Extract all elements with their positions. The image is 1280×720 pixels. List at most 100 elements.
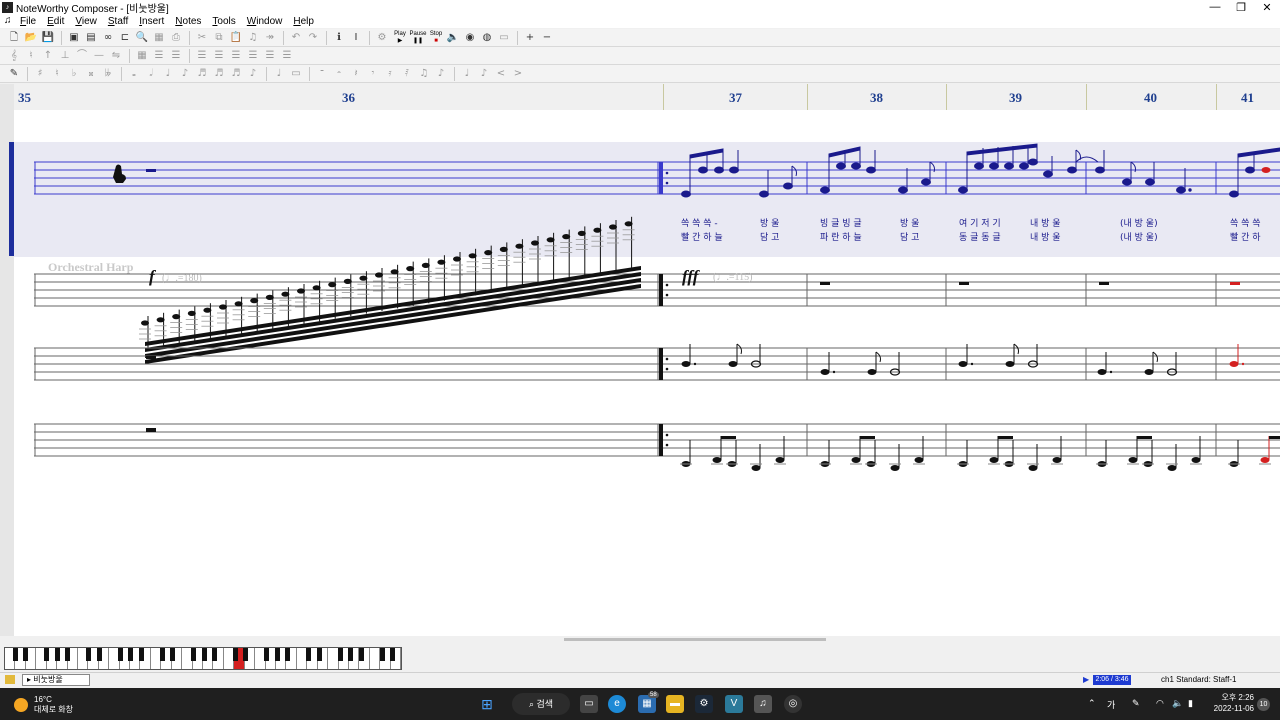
glissando-note[interactable]: [187, 310, 196, 316]
weather-widget[interactable]: 16°C 대체로 화창: [14, 695, 73, 715]
steam-icon[interactable]: ⚙: [695, 695, 713, 713]
volume-icon[interactable]: 🔈: [1172, 698, 1183, 709]
grace-note-icon[interactable]: ♪: [245, 66, 261, 81]
menu-help[interactable]: Help: [293, 16, 314, 27]
note-head[interactable]: [1128, 457, 1138, 463]
glissando-note[interactable]: [453, 256, 461, 262]
glissando-note[interactable]: [250, 298, 259, 304]
note-icon[interactable]: ♫: [245, 30, 261, 45]
note-head[interactable]: [728, 361, 738, 367]
align-icon-6[interactable]: ☰: [279, 48, 295, 63]
menu-insert[interactable]: Insert: [139, 16, 164, 27]
open-icon[interactable]: 📂: [23, 30, 39, 45]
app-v-icon[interactable]: V: [725, 695, 743, 713]
tray-chevron-icon[interactable]: ⌃: [1088, 698, 1096, 709]
notification-badge[interactable]: 10: [1257, 698, 1270, 711]
glissando-note[interactable]: [609, 224, 617, 230]
dynamic-marking[interactable]: f: [149, 267, 157, 286]
glissando-note[interactable]: [312, 285, 321, 291]
piano-black-key[interactable]: [358, 648, 364, 661]
key-sig-icon[interactable]: ♮: [23, 48, 39, 63]
info-icon[interactable]: ℹ: [331, 30, 347, 45]
save-icon[interactable]: 💾: [40, 30, 56, 45]
piano-black-key[interactable]: [316, 648, 322, 661]
redo-icon[interactable]: ↷: [305, 30, 321, 45]
glissando-note[interactable]: [265, 294, 274, 300]
preview-icon[interactable]: ▤: [83, 30, 99, 45]
system-clock[interactable]: 오후 2:26 2022-11-06: [1206, 692, 1254, 714]
piano-keyboard[interactable]: [4, 647, 402, 670]
glissando-note[interactable]: [141, 320, 149, 326]
zoom-out-button[interactable]: −: [539, 30, 555, 45]
note-head[interactable]: [1028, 465, 1038, 471]
midi-icon[interactable]: ◉: [462, 30, 478, 45]
double-flat-icon[interactable]: 𝄫: [100, 66, 116, 81]
glissando-note[interactable]: [328, 282, 337, 288]
align-icon-2[interactable]: ☰: [211, 48, 227, 63]
piano-black-key[interactable]: [201, 648, 207, 661]
note-head[interactable]: [1191, 457, 1201, 463]
note-head[interactable]: [867, 369, 877, 375]
battery-icon[interactable]: ▮: [1188, 698, 1193, 709]
align-icon-3[interactable]: ☰: [228, 48, 244, 63]
noteworthy-taskbar-icon[interactable]: ♫: [754, 695, 772, 713]
staff-3[interactable]: [34, 347, 1280, 381]
note-head[interactable]: [820, 369, 830, 375]
piano-black-key[interactable]: [264, 648, 270, 661]
flat-icon[interactable]: ♭: [66, 66, 82, 81]
glissando-note[interactable]: [359, 275, 368, 281]
glissando-note[interactable]: [546, 237, 555, 243]
rest-16th-icon[interactable]: 𝄿: [382, 66, 398, 81]
insert-bar-icon[interactable]: ⊏: [117, 30, 133, 45]
align-left-icon[interactable]: ☰: [151, 48, 167, 63]
piano-black-key[interactable]: [96, 648, 102, 661]
maximize-button[interactable]: ❐: [1228, 1, 1254, 14]
glissando-note[interactable]: [219, 304, 227, 310]
menu-notes[interactable]: Notes: [175, 16, 201, 27]
minimize-button[interactable]: —: [1202, 1, 1228, 13]
note-head[interactable]: [751, 465, 761, 471]
whole-note-icon[interactable]: 𝅝: [126, 66, 142, 81]
glissando-note[interactable]: [577, 230, 586, 236]
close-file-icon[interactable]: ▣: [66, 30, 82, 45]
folder-icon[interactable]: [5, 675, 15, 684]
glissando-note[interactable]: [421, 262, 430, 268]
glissando-note[interactable]: [375, 272, 383, 278]
glissando-note[interactable]: [624, 221, 633, 227]
piano-black-key[interactable]: [306, 648, 312, 661]
menu-window[interactable]: Window: [247, 16, 283, 27]
staff-1[interactable]: [34, 161, 1280, 195]
print-preview-icon[interactable]: ▦: [151, 30, 167, 45]
play-button[interactable]: Play ▶: [391, 31, 409, 45]
natural-icon[interactable]: ♮: [49, 66, 65, 81]
glissando-note[interactable]: [593, 227, 602, 233]
pen-icon[interactable]: ✎: [1132, 698, 1140, 709]
note-head[interactable]: [681, 361, 691, 367]
slur-icon[interactable]: ⌒: [74, 48, 90, 63]
note-head[interactable]: [1167, 465, 1177, 471]
whole-rest[interactable]: [146, 169, 156, 172]
whole-rest[interactable]: [1099, 282, 1109, 285]
task-view-icon[interactable]: ▭: [580, 695, 598, 713]
double-sharp-icon[interactable]: 𝄪: [83, 66, 99, 81]
piano-black-key[interactable]: [390, 648, 396, 661]
64th-note-icon[interactable]: ♬: [228, 66, 244, 81]
text-icon[interactable]: Ⅰ: [348, 30, 364, 45]
crescendo-icon[interactable]: <: [493, 66, 509, 81]
undo-icon[interactable]: ↶: [288, 30, 304, 45]
piano-black-key[interactable]: [117, 648, 123, 661]
rest-quarter-icon[interactable]: 𝄽: [348, 66, 364, 81]
grid-icon[interactable]: ▦: [134, 48, 150, 63]
glissando-note[interactable]: [343, 278, 352, 284]
stop-button[interactable]: Stop ■: [427, 31, 445, 45]
rest-whole-icon[interactable]: 𝄻: [314, 66, 330, 81]
staff-4[interactable]: [34, 423, 1280, 457]
zoom-icon[interactable]: 🔍: [134, 30, 150, 45]
menu-tools[interactable]: Tools: [212, 16, 235, 27]
new-icon[interactable]: 🗋: [6, 30, 22, 45]
glissando-note[interactable]: [297, 288, 305, 294]
note-head[interactable]: [1005, 361, 1015, 367]
note-head[interactable]: [1260, 457, 1270, 463]
glissando-note[interactable]: [484, 250, 493, 256]
instrument-icon[interactable]: ◍: [479, 30, 495, 45]
